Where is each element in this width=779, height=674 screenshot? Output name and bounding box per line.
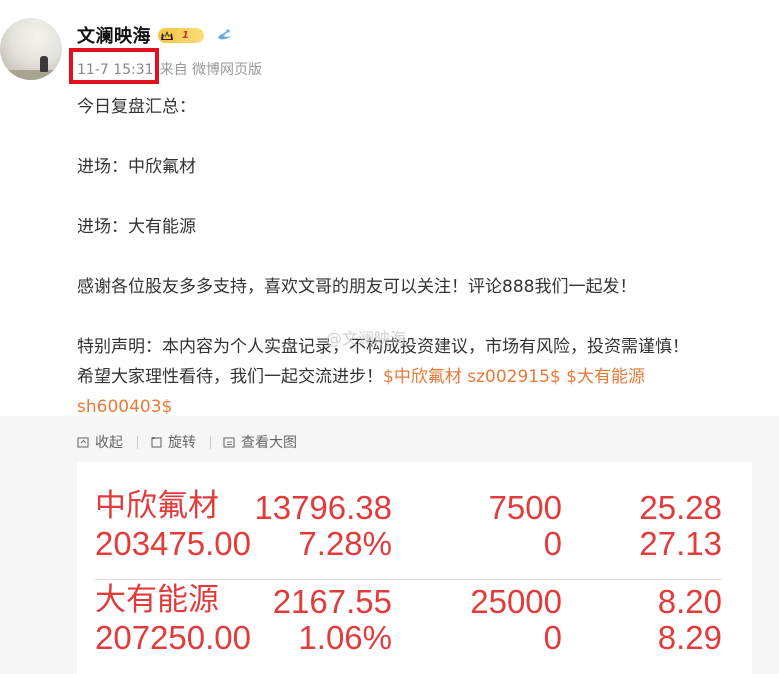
vip-badge[interactable]: 1 (158, 28, 204, 43)
stock-price: 13796.38 (254, 489, 392, 526)
crown-icon (161, 30, 173, 40)
weibo-bird-icon[interactable] (217, 28, 233, 42)
stock-value-2: 27.13 (639, 525, 722, 562)
post-text: 希望大家理性看待，我们一起交流进步！ (77, 367, 383, 387)
post-body: 今日复盘汇总： 进场：中欣氟材 进场：大有能源 感谢各位股友多多支持，喜欢文哥的… (77, 92, 767, 422)
rotate-button[interactable]: 旋转 (150, 432, 196, 452)
username[interactable]: 文澜映海 (77, 22, 151, 48)
stock-percent: 1.06% (298, 619, 392, 656)
stock-amount: 203475.00 (95, 525, 251, 562)
stock-price: 2167.55 (272, 583, 392, 620)
stock-tag-link[interactable]: $大有能源 (566, 367, 645, 387)
post-line: 感谢各位股友多多支持，喜欢文哥的朋友可以关注！评论888我们一起发！ (77, 277, 637, 297)
stock-percent: 7.28% (298, 525, 392, 562)
view-large-button[interactable]: 查看大图 (223, 432, 297, 452)
avatar[interactable] (0, 18, 62, 80)
stock-tag-link[interactable]: sh600403$ (77, 397, 172, 417)
post-line: 今日复盘汇总： (77, 97, 196, 117)
stock-value-2: 8.29 (657, 619, 722, 656)
stock-image[interactable]: 中欣氟材 13796.38 7500 25.28 203475.00 7.28%… (77, 462, 752, 674)
stock-qty: 7500 (488, 489, 562, 526)
rotate-label: 旋转 (168, 435, 196, 451)
stock-qty-2: 0 (543, 525, 562, 562)
post-line: 进场：大有能源 (77, 217, 196, 237)
stock-divider (95, 579, 722, 580)
post-source[interactable]: 来自 微博网页版 (160, 62, 262, 78)
collapse-icon (77, 436, 89, 448)
time-highlight-box (69, 48, 159, 84)
stock-qty: 25000 (470, 583, 562, 620)
post-line: 特别声明：本内容为个人实盘记录，不构成投资建议，市场有风险，投资需谨慎！ (77, 337, 689, 357)
stock-amount: 207250.00 (95, 619, 251, 656)
stock-qty-2: 0 (543, 619, 562, 656)
view-large-label: 查看大图 (241, 435, 297, 451)
stock-name: 大有能源 (95, 582, 219, 618)
view-large-icon (223, 436, 235, 448)
toolbar-divider (210, 435, 211, 449)
vip-level: 1 (182, 30, 189, 41)
stock-value: 8.20 (657, 583, 722, 620)
avatar-figure (40, 56, 48, 72)
post-line: 进场：中欣氟材 (77, 157, 196, 177)
media-toolbar: 收起 旋转 查看大图 (77, 432, 297, 452)
stock-name: 中欣氟材 (95, 488, 219, 524)
collapse-button[interactable]: 收起 (77, 432, 123, 452)
post-line: 希望大家理性看待，我们一起交流进步！$中欣氟材 sz002915$ $大有能源 (77, 362, 767, 392)
stock-tag-link[interactable]: $中欣氟材 sz002915$ (383, 367, 561, 387)
rotate-icon (151, 436, 162, 448)
collapse-label: 收起 (95, 435, 123, 451)
toolbar-divider (137, 435, 138, 449)
stock-value: 25.28 (639, 489, 722, 526)
avatar-ground (0, 70, 62, 80)
